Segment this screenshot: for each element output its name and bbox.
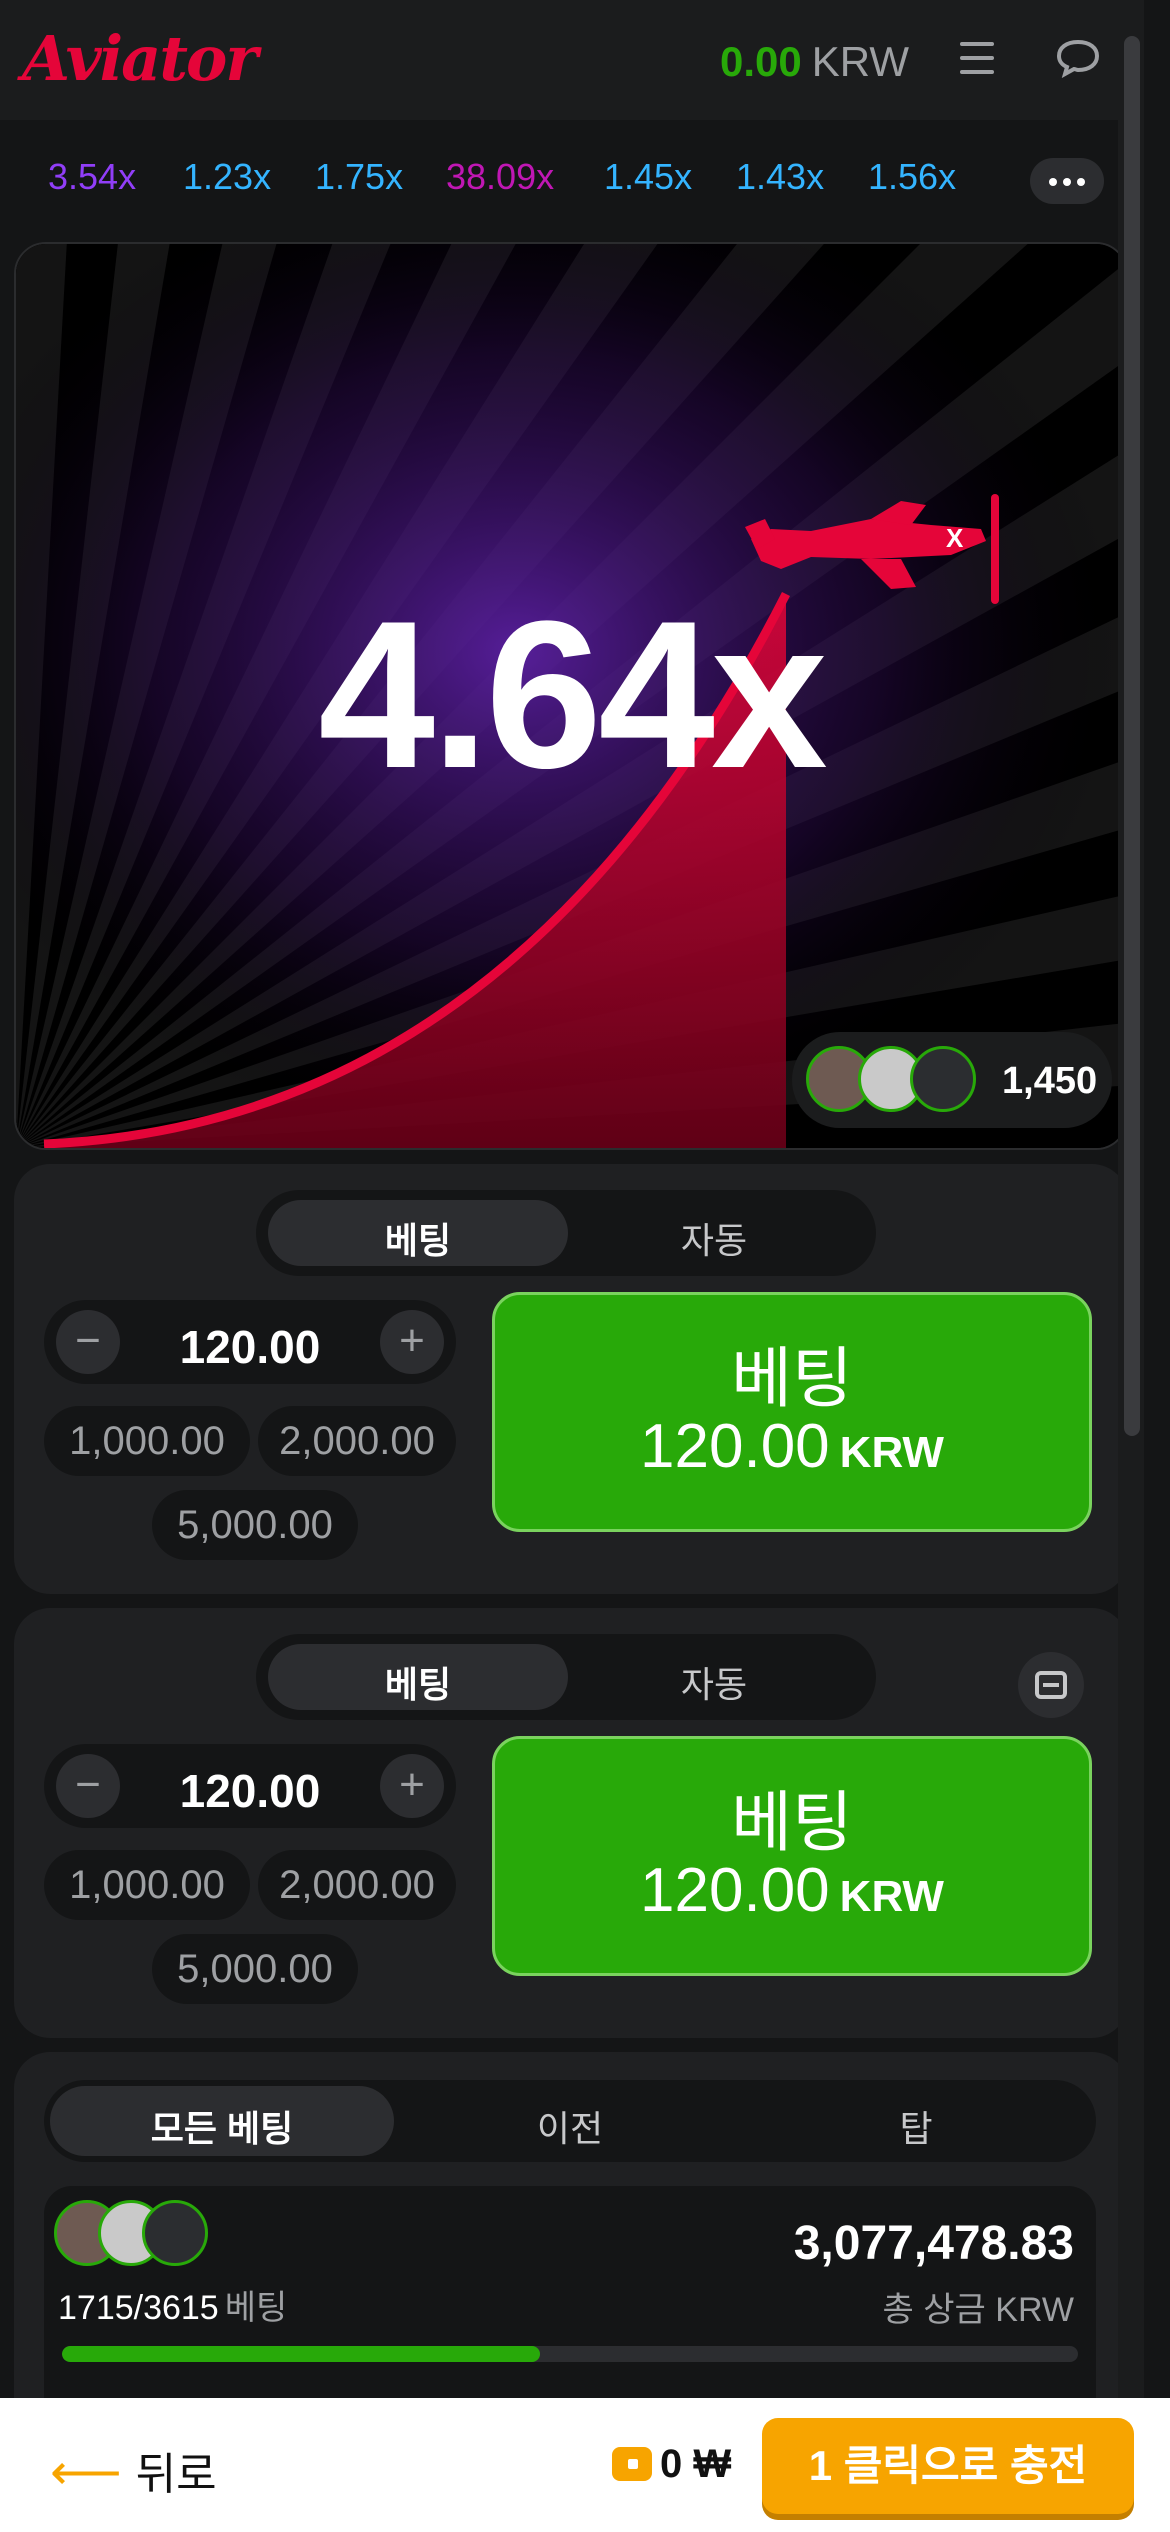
balance-amount: 0.00 [720, 38, 802, 85]
players-count: 1,450 [1002, 1060, 1098, 1102]
history-item: 1.75x [315, 156, 404, 197]
decrease-stake-button[interactable]: − [56, 1310, 120, 1374]
balance-display: 0.00 KRW [720, 38, 909, 86]
app-screen: Aviator 0.00 KRW 3.54x 1.23x 1.75x 38.09x… [0, 0, 1144, 2398]
stake-stepper: − 120.00 + [44, 1300, 456, 1384]
tab-all-bets[interactable]: 모든 베팅 [50, 2100, 394, 2152]
quick-stake-chip[interactable]: 2,000.00 [258, 1850, 456, 1920]
tab-top[interactable]: 탑 [744, 2100, 1088, 2152]
history-item: 1.45x [604, 156, 693, 197]
increase-stake-button[interactable]: + [380, 1754, 444, 1818]
scrollbar-thumb[interactable] [1124, 36, 1140, 1436]
more-history-button[interactable] [1030, 158, 1104, 204]
bets-progress-bar [62, 2346, 1078, 2362]
history-item: 1.56x [868, 156, 957, 197]
bets-count: 1715/3615 베팅 [58, 2289, 288, 2327]
history-item: 3.54x [48, 156, 137, 197]
tab-bet[interactable]: 베팅 [268, 1656, 568, 1708]
decrease-stake-button[interactable]: − [56, 1754, 120, 1818]
bet-button-label: 베팅 [731, 1785, 853, 1859]
tab-auto[interactable]: 자동 [564, 1212, 864, 1264]
avatar [142, 2200, 208, 2266]
bet-mode-tabs: 베팅 자동 [256, 1190, 876, 1276]
stake-stepper: − 120.00 + [44, 1744, 456, 1828]
players-online: 1,450 [792, 1032, 1112, 1128]
bet-button-amount: 120.00 KRW [640, 1856, 944, 1925]
remove-panel-icon[interactable] [1018, 1652, 1084, 1718]
tab-bet[interactable]: 베팅 [268, 1212, 568, 1264]
one-click-topup-button[interactable]: 1 클릭으로 충전 [762, 2418, 1134, 2514]
quick-stake-chip[interactable]: 2,000.00 [258, 1406, 456, 1476]
menu-icon[interactable] [960, 42, 994, 74]
balance-currency: KRW [811, 38, 909, 85]
bet-mode-tabs: 베팅 자동 [256, 1634, 876, 1720]
quick-stake-chip[interactable]: 5,000.00 [152, 1934, 358, 2004]
place-bet-button[interactable]: 베팅 120.00 KRW [492, 1736, 1092, 1976]
back-button[interactable]: ⟵ 뒤로 [50, 2438, 217, 2502]
svg-text:X: X [946, 523, 964, 553]
total-winnings-label: 총 상금 KRW [882, 2291, 1074, 2329]
total-winnings: 3,077,478.83 [793, 2217, 1074, 2270]
avatar [910, 1046, 976, 1112]
bets-list-tabs: 모든 베팅 이전 탑 [44, 2080, 1096, 2162]
bet-button-amount: 120.00 KRW [640, 1412, 944, 1481]
bottom-bar: ⟵ 뒤로 0 ₩ 1 클릭으로 충전 [0, 2398, 1170, 2532]
place-bet-button[interactable]: 베팅 120.00 KRW [492, 1292, 1092, 1532]
top-header: Aviator 0.00 KRW [0, 0, 1144, 120]
tab-previous[interactable]: 이전 [398, 2100, 742, 2152]
stake-input[interactable]: 120.00 [134, 1320, 366, 1374]
back-arrow-icon: ⟵ [50, 2444, 122, 2500]
multiplier-history: 3.54x 1.23x 1.75x 38.09x 1.45x 1.43x 1.5… [0, 120, 1144, 242]
current-multiplier: 4.64x [318, 577, 828, 812]
quick-stake-chip[interactable]: 5,000.00 [152, 1490, 358, 1560]
bets-list-panel: 모든 베팅 이전 탑 1715/3615 베팅 3,077,478.83 총 상금… [14, 2052, 1128, 2398]
chat-icon[interactable] [1055, 38, 1101, 79]
history-item: 1.43x [736, 156, 825, 197]
game-canvas: X 4.64x 1,450 [14, 242, 1128, 1150]
bet-panel-2: 베팅 자동 − 120.00 + 1,000.00 2,000.00 5,000… [14, 1608, 1128, 2038]
tab-auto[interactable]: 자동 [564, 1656, 864, 1708]
wallet-balance: 0 ₩ [612, 2442, 731, 2487]
scrollbar-track[interactable] [1118, 0, 1144, 2398]
history-item: 1.23x [183, 156, 272, 197]
quick-stake-chip[interactable]: 1,000.00 [44, 1850, 250, 1920]
wallet-icon [612, 2447, 652, 2481]
bet-panel-1: 베팅 자동 − 120.00 + 1,000.00 2,000.00 5,000… [14, 1164, 1128, 1594]
quick-stake-chip[interactable]: 1,000.00 [44, 1406, 250, 1476]
history-item: 38.09x [446, 156, 555, 197]
bet-button-label: 베팅 [731, 1341, 853, 1415]
aviator-logo: Aviator [22, 22, 258, 95]
stake-input[interactable]: 120.00 [134, 1764, 366, 1818]
round-stats: 1715/3615 베팅 3,077,478.83 총 상금 KRW [44, 2186, 1096, 2398]
increase-stake-button[interactable]: + [380, 1310, 444, 1374]
